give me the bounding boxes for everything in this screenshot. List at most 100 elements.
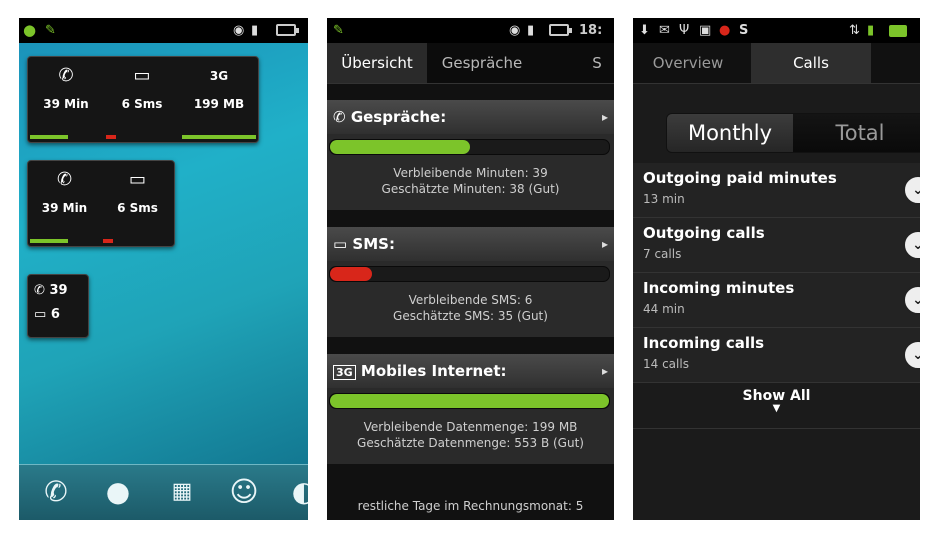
chevron-right-icon: ▸ — [601, 237, 608, 251]
small-sms-value: 6 — [50, 307, 60, 322]
period-segmented-control: Monthly Total — [666, 113, 920, 153]
sms-section-body: Verbleibende SMS: 6 Geschätzte SMS: 35 (… — [327, 261, 614, 337]
list-item[interactable]: Outgoing calls 7 calls ⌄ — [633, 218, 920, 273]
segment-total[interactable]: Total — [793, 114, 920, 152]
mobile-data-3g-icon: 3G — [209, 69, 229, 83]
chevron-down-icon[interactable]: ⌄ — [903, 230, 920, 260]
list-item[interactable]: Incoming minutes 44 min ⌄ — [633, 273, 920, 328]
sms-section-header[interactable]: ▭ SMS: ▸ — [327, 227, 614, 261]
messaging-icon[interactable]: ☺ — [225, 473, 263, 511]
sms-usage-bar — [106, 135, 116, 139]
widget-sms-value: 6 Sms — [121, 97, 163, 111]
phone-icon[interactable]: ✆ — [37, 473, 75, 511]
message-icon: ▭ — [128, 169, 146, 190]
sms-remaining: Verbleibende SMS: 6 — [408, 293, 533, 307]
widget-calls-cell: ✆ 39 Min — [28, 161, 101, 246]
sms-section-title: SMS: — [352, 235, 395, 253]
download-icon: ⬇ — [639, 23, 650, 38]
internet-section-body: Verbleibende Datenmenge: 199 MB Geschätz… — [327, 388, 614, 464]
row-value: 14 calls — [643, 357, 689, 371]
sms-progress-fill — [330, 267, 372, 281]
launcher-screen: ● ✎ ◉ ▮ ✆ 39 Min ▭ 6 Sms 3G 199 MB ✆ 39 … — [19, 18, 308, 520]
battery-icon — [276, 24, 299, 36]
chevron-down-icon[interactable]: ⌄ — [903, 175, 920, 205]
segment-monthly[interactable]: Monthly — [667, 114, 793, 152]
calls-progress-fill — [330, 140, 470, 154]
data-transfer-icon: ⇅ — [849, 23, 860, 38]
mobile-data-3g-icon: 3G — [333, 365, 356, 380]
calls-usage-bar — [30, 239, 68, 243]
row-value: 13 min — [643, 192, 685, 206]
english-usage-app-screen: ⬇ ✉ Ψ ▣ ● S ⇅ ▮ Overview Calls Monthly T… — [633, 18, 920, 520]
chevron-down-icon[interactable]: ⌄ — [903, 285, 920, 315]
chevron-down-icon[interactable]: ⌄ — [903, 340, 920, 370]
sms-usage-bar — [103, 239, 113, 243]
wifi-icon: ◉ — [509, 23, 521, 38]
usage-widget-large[interactable]: ✆ 39 Min ▭ 6 Sms 3G 199 MB — [27, 56, 259, 143]
usage-widget-medium[interactable]: ✆ 39 Min ▭ 6 Sms — [27, 160, 175, 247]
tab-bar: Übersicht Gespräche S — [327, 43, 614, 84]
widget-calls-cell: ✆ 39 Min — [28, 57, 104, 142]
row-value: 7 calls — [643, 247, 682, 261]
app-notification-icon: ● — [719, 23, 731, 38]
tab-calls[interactable]: Calls — [751, 43, 871, 83]
status-bar: ● ✎ ◉ ▮ — [19, 18, 308, 43]
app-notification-icon: ✎ — [333, 23, 344, 38]
data-remaining: Verbleibende Datenmenge: 199 MB — [363, 420, 578, 434]
calls-remaining: Verbleibende Minuten: 39 — [393, 166, 548, 180]
widget-sms-value: 6 Sms — [117, 201, 158, 215]
signal-icon: ▮ — [527, 23, 535, 38]
data-usage-bar — [182, 135, 256, 139]
phone-icon: ✆ — [58, 65, 74, 86]
calls-section-header[interactable]: ✆ Gespräche: ▸ — [327, 100, 614, 134]
message-icon: ▭ — [133, 65, 151, 86]
launcher-dock: ✆ ● ▦ ☺ ◐ — [19, 464, 308, 520]
usage-widget-small[interactable]: ✆ 39 ▭ 6 — [27, 274, 89, 338]
widget-calls-value: 39 Min — [41, 201, 88, 215]
contacts-icon[interactable]: ● — [99, 473, 137, 511]
show-all-label: Show All — [742, 388, 811, 404]
internet-progress-bar — [329, 393, 610, 409]
status-bar: ⬇ ✉ Ψ ▣ ● S ⇅ ▮ — [633, 18, 920, 43]
wifi-icon: ◉ — [233, 23, 245, 38]
small-sms-row: ▭ 6 — [34, 307, 60, 322]
tab-uebersicht[interactable]: Übersicht — [327, 43, 427, 83]
tab-bar: Overview Calls — [633, 43, 920, 84]
internet-section-header[interactable]: 3G Mobiles Internet: ▸ — [327, 354, 614, 388]
tab-gespraeche[interactable]: Gespräche — [427, 43, 537, 83]
usb-icon: Ψ — [679, 23, 690, 38]
calls-section-title: Gespräche: — [350, 108, 447, 126]
tab-sms[interactable]: S — [567, 43, 614, 83]
row-title: Outgoing calls — [643, 224, 765, 242]
list-item[interactable]: Incoming calls 14 calls ⌄ — [633, 328, 920, 383]
calls-usage-bar — [30, 135, 68, 139]
row-value: 44 min — [643, 302, 685, 316]
signal-icon: ▮ — [251, 23, 259, 38]
sms-progress-bar — [329, 266, 610, 282]
internet-section-title: Mobiles Internet: — [360, 362, 507, 380]
gmail-icon: ✉ — [659, 23, 670, 38]
tab-overview[interactable]: Overview — [633, 43, 743, 83]
sms-estimated: Geschätzte SMS: 35 (Gut) — [393, 309, 548, 323]
widget-data-value: 199 MB — [193, 97, 245, 111]
android-debug-icon: ▣ — [699, 23, 712, 38]
data-estimated: Geschätzte Datenmenge: 553 B (Gut) — [357, 436, 584, 450]
browser-icon[interactable]: ◐ — [285, 473, 308, 511]
calls-progress-bar — [329, 139, 610, 155]
status-bar: ✎ ◉ ▮ 18: — [327, 18, 614, 43]
row-title: Incoming minutes — [643, 279, 795, 297]
list-item[interactable]: Outgoing paid minutes 13 min ⌄ — [633, 163, 920, 218]
row-title: Incoming calls — [643, 334, 765, 352]
widget-data-cell: 3G 199 MB — [180, 57, 258, 142]
billing-days-remaining: restliche Tage im Rechnungsmonat: 5 — [357, 499, 584, 513]
small-calls-row: ✆ 39 — [34, 283, 68, 298]
widget-sms-cell: ▭ 6 Sms — [104, 57, 180, 142]
internet-progress-fill — [330, 394, 609, 408]
android-icon: ● — [23, 21, 37, 39]
calls-estimated: Geschätzte Minuten: 38 (Gut) — [381, 182, 560, 196]
apps-grid-icon[interactable]: ▦ — [163, 473, 201, 511]
battery-icon — [889, 25, 907, 37]
chevron-right-icon: ▸ — [601, 364, 608, 378]
phone-icon: ✆ — [56, 169, 73, 190]
show-all-button[interactable]: Show All ▼ — [633, 388, 920, 429]
